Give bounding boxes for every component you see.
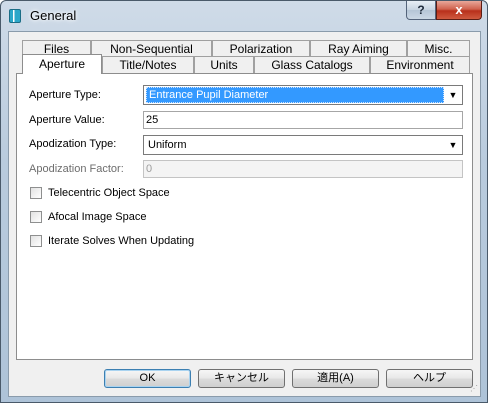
chevron-down-icon: ▼: [448, 90, 458, 100]
aperture-panel: Aperture Type: Entrance Pupil Diameter ▼…: [16, 73, 473, 360]
aperture-type-label: Aperture Type:: [29, 89, 101, 101]
apodization-factor-input: 0: [143, 160, 463, 178]
tab-units[interactable]: Units: [194, 56, 254, 73]
apodization-factor-label: Apodization Factor:: [29, 163, 124, 175]
iterate-solves-label: Iterate Solves When Updating: [48, 235, 195, 247]
tab-aperture[interactable]: Aperture: [22, 54, 102, 74]
tab-polarization[interactable]: Polarization: [212, 40, 310, 57]
apodization-type-value: Uniform: [148, 139, 187, 151]
tab-glass-catalogs[interactable]: Glass Catalogs: [254, 56, 370, 73]
close-button[interactable]: x: [436, 1, 482, 20]
help-button[interactable]: ヘルプ: [386, 369, 473, 388]
resize-grip-icon[interactable]: ⋰: [468, 384, 478, 394]
checkbox-box[interactable]: [30, 187, 42, 199]
cancel-button[interactable]: キャンセル: [198, 369, 285, 388]
help-title-button[interactable]: ?: [406, 1, 436, 20]
window-title: General: [30, 8, 77, 23]
afocal-image-space-label: Afocal Image Space: [48, 211, 147, 223]
aperture-type-dropdown[interactable]: Entrance Pupil Diameter ▼: [143, 85, 463, 105]
tab-title-notes[interactable]: Title/Notes: [102, 56, 194, 73]
tab-ray-aiming[interactable]: Ray Aiming: [310, 40, 407, 57]
afocal-image-space-checkbox[interactable]: Afocal Image Space: [30, 210, 146, 224]
ok-button[interactable]: OK: [104, 369, 191, 388]
apodization-type-dropdown[interactable]: Uniform ▼: [143, 135, 463, 155]
apodization-type-label: Apodization Type:: [29, 138, 117, 150]
telecentric-object-space-label: Telecentric Object Space: [48, 187, 170, 199]
checkbox-box[interactable]: [30, 235, 42, 247]
question-icon: ?: [417, 3, 425, 17]
aperture-value-label: Aperture Value:: [29, 114, 105, 126]
close-icon: x: [455, 2, 463, 17]
iterate-solves-checkbox[interactable]: Iterate Solves When Updating: [30, 234, 194, 248]
dialog-window: General ? x Files Non-Sequential Polariz…: [0, 0, 488, 403]
checkbox-box[interactable]: [30, 211, 42, 223]
aperture-type-value: Entrance Pupil Diameter: [146, 87, 444, 103]
tab-row-front: Aperture Title/Notes Units Glass Catalog…: [22, 54, 470, 74]
dialog-body: Files Non-Sequential Polarization Ray Ai…: [8, 31, 481, 397]
chevron-down-icon: ▼: [448, 140, 458, 150]
telecentric-object-space-checkbox[interactable]: Telecentric Object Space: [30, 186, 170, 200]
aperture-value-input[interactable]: 25: [143, 111, 463, 129]
app-icon: [9, 9, 21, 23]
tab-environment[interactable]: Environment: [370, 56, 470, 73]
tab-non-sequential[interactable]: Non-Sequential: [91, 40, 212, 57]
apply-button[interactable]: 適用(A): [292, 369, 379, 388]
title-bar[interactable]: General ? x: [1, 1, 487, 29]
tab-misc[interactable]: Misc.: [407, 40, 470, 57]
